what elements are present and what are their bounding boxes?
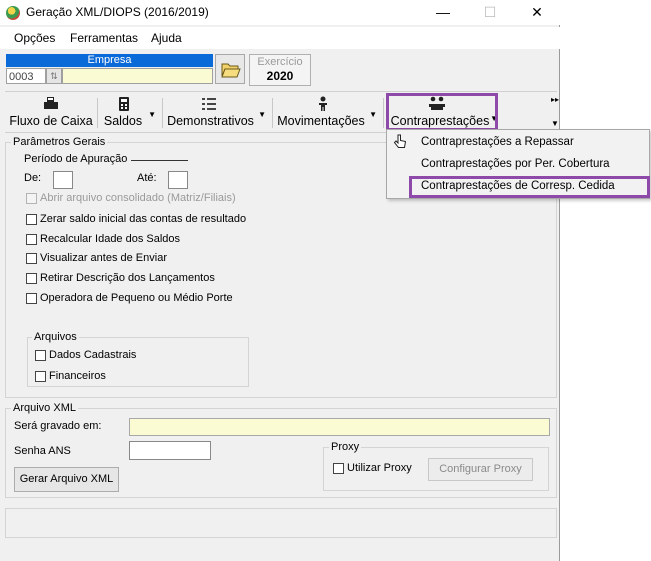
title-bar: Geração XML/DIOPS (2016/2019) — ☐ ✕ [0,0,560,25]
proxy-title: Proxy [329,441,362,453]
empresa-code-field[interactable]: 0003 [6,68,46,84]
dados-cadastrais-label: Dados Cadastrais [49,349,137,361]
gravado-em-label: Será gravado em: [14,420,102,432]
visualizar-checkbox[interactable] [26,253,37,264]
menu-ajuda[interactable]: Ajuda [151,31,182,45]
window-title: Geração XML/DIOPS (2016/2019) [26,5,209,19]
cash-register-icon [44,97,58,109]
menu-item-contraprestacoes-per-cobertura[interactable]: Contraprestações por Per. Cobertura [421,158,610,170]
chevron-down-icon: ▼ [369,110,377,119]
exercicio-box: Exercício 2020 [249,54,311,86]
contraprestacoes-highlight [386,93,498,131]
maximize-button[interactable]: ☐ [467,0,513,25]
empresa-name-field[interactable] [62,68,213,84]
empresa-header: Empresa [6,54,213,67]
minimize-button[interactable]: — [420,0,466,25]
visualizar-label: Visualizar antes de Enviar [40,252,167,264]
chevron-down-icon: ▼ [148,110,156,119]
toolbar-saldos-button[interactable]: Saldos ▼ [100,92,160,132]
close-button[interactable]: ✕ [514,0,560,25]
toolbar-scroll-down-icon[interactable]: ▼ [549,118,561,129]
zerar-saldo-label: Zerar saldo inicial das contas de result… [40,213,247,225]
periodo-divider [131,160,188,161]
person-icon [318,96,327,111]
dados-cadastrais-checkbox[interactable] [35,350,46,361]
financeiros-checkbox[interactable] [35,371,46,382]
operadora-porte-label: Operadora de Pequeno ou Médio Porte [40,292,233,304]
status-panel [5,508,557,538]
menu-bar: Opções Ferramentas Ajuda [0,27,560,49]
toolbar-separator [97,98,98,128]
open-folder-button[interactable] [215,54,245,84]
de-field[interactable] [53,171,73,189]
toolbar-demonstrativos-label: Demonstrativos [167,114,254,128]
ate-label: Até: [137,172,157,184]
toolbar-movimentacoes-button[interactable]: Movimentações ▼ [275,92,381,132]
periodo-apuracao-label: Período de Apuração [24,153,128,165]
empresa-spin-button[interactable]: ⇅ [46,68,62,84]
menu-opcoes[interactable]: Opções [14,31,55,45]
toolbar-separator [272,98,273,128]
abrir-consolidado-label: Abrir arquivo consolidado (Matriz/Filiai… [40,192,236,204]
exercicio-value: 2020 [266,69,294,83]
calculator-icon [119,97,129,111]
retirar-descricao-label: Retirar Descrição dos Lançamentos [40,272,215,284]
toolbar-demonstrativos-button[interactable]: Demonstrativos ▼ [165,92,270,132]
toolbar-fluxo-caixa-label: Fluxo de Caixa [9,114,93,128]
list-icon [202,98,217,110]
app-icon [6,6,20,20]
senha-ans-label: Senha ANS [14,445,71,457]
exercicio-label: Exercício [257,56,303,68]
financeiros-label: Financeiros [49,370,106,382]
configurar-proxy-button[interactable]: Configurar Proxy [428,458,533,481]
zerar-saldo-checkbox[interactable] [26,214,37,225]
abrir-consolidado-checkbox[interactable] [26,193,37,204]
parametros-gerais-title: Parâmetros Gerais [11,136,108,148]
toolbar-movimentacoes-label: Movimentações [277,114,365,128]
arquivos-title: Arquivos [32,331,79,343]
folder-icon [221,63,241,78]
main-window: Geração XML/DIOPS (2016/2019) — ☐ ✕ Opçõ… [0,0,560,561]
arquivo-xml-title: Arquivo XML [11,402,78,414]
retirar-descricao-checkbox[interactable] [26,273,37,284]
de-label: De: [24,172,42,184]
senha-ans-field[interactable] [129,441,211,460]
toolbar-scroll-right-icon[interactable]: ▸▸ [549,94,561,105]
toolbar-separator [162,98,163,128]
chevron-down-icon: ▼ [258,110,266,119]
gerar-arquivo-xml-button[interactable]: Gerar Arquivo XML [14,467,119,492]
toolbar-separator [383,98,384,128]
utilizar-proxy-checkbox[interactable] [333,463,344,474]
ate-field[interactable] [168,171,188,189]
recalcular-idade-checkbox[interactable] [26,234,37,245]
hand-pointer-icon [393,134,407,148]
toolbar-fluxo-caixa-button[interactable]: Fluxo de Caixa [7,92,95,132]
menu-item-contraprestacoes-repassar[interactable]: Contraprestações a Repassar [421,136,574,148]
recalcular-idade-label: Recalcular Idade dos Saldos [40,233,181,245]
menu-ferramentas[interactable]: Ferramentas [70,31,138,45]
utilizar-proxy-label: Utilizar Proxy [347,462,412,474]
corresp-cedida-highlight [409,176,650,198]
gravado-em-field[interactable] [129,418,550,436]
operadora-porte-checkbox[interactable] [26,293,37,304]
toolbar-saldos-label: Saldos [103,114,143,128]
